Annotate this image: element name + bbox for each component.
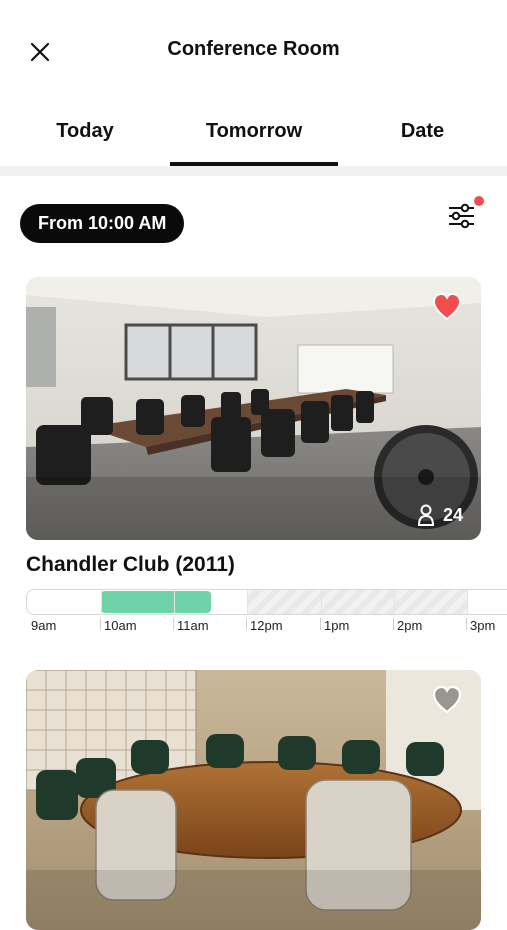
time-label: 2pm xyxy=(397,618,423,633)
room-photo[interactable] xyxy=(26,670,481,930)
capacity-count: 24 xyxy=(442,504,463,525)
timeline-separator xyxy=(173,618,174,630)
time-label: 11am xyxy=(177,618,209,633)
filter-active-dot xyxy=(474,196,484,206)
favorite-button[interactable] xyxy=(431,684,463,714)
heart-outline-icon xyxy=(432,685,462,714)
room-name[interactable]: Chandler Club (2011) xyxy=(26,553,235,577)
filter-button[interactable] xyxy=(444,196,484,236)
timeline-tick xyxy=(174,590,175,614)
timeline-tick xyxy=(321,590,322,614)
timeline-separator xyxy=(100,618,101,630)
tab-tomorrow[interactable]: Tomorrow xyxy=(170,120,338,143)
capacity-badge: 24 xyxy=(417,504,463,526)
heart-filled-icon xyxy=(432,292,462,321)
time-label: 10am xyxy=(104,618,137,633)
booked-range[interactable] xyxy=(101,591,211,613)
time-label: 12pm xyxy=(250,618,283,633)
person-icon xyxy=(417,504,434,526)
unavailable-range xyxy=(247,590,467,614)
timeline-separator xyxy=(246,618,247,630)
tab-date[interactable]: Date xyxy=(338,120,507,143)
timeline-separator xyxy=(466,618,467,630)
timeline-separator xyxy=(393,618,394,630)
time-label: 9am xyxy=(31,618,57,633)
tab-today[interactable]: Today xyxy=(0,120,170,143)
availability-timeline[interactable] xyxy=(26,589,507,615)
tabs-divider xyxy=(0,166,507,176)
conference-room-photo xyxy=(26,670,481,930)
day-tabs: Today Tomorrow Date xyxy=(0,104,507,166)
timeline-tick xyxy=(247,590,248,614)
room-photo[interactable]: 24 xyxy=(26,277,481,540)
timeline-labels: 9am 10am 11am 12pm 1pm 2pm 3pm xyxy=(26,618,507,638)
timeline-separator xyxy=(320,618,321,630)
timeline-tick xyxy=(467,590,468,614)
time-label: 1pm xyxy=(324,618,350,633)
timeline-tick xyxy=(394,590,395,614)
timeline-tick xyxy=(101,590,102,614)
conference-room-photo xyxy=(26,277,481,540)
time-filter-pill[interactable]: From 10:00 AM xyxy=(20,204,185,243)
time-label: 3pm xyxy=(470,618,496,633)
page-title: Conference Room xyxy=(167,38,340,60)
favorite-button[interactable] xyxy=(431,291,463,321)
app-header: Conference Room xyxy=(0,0,507,104)
